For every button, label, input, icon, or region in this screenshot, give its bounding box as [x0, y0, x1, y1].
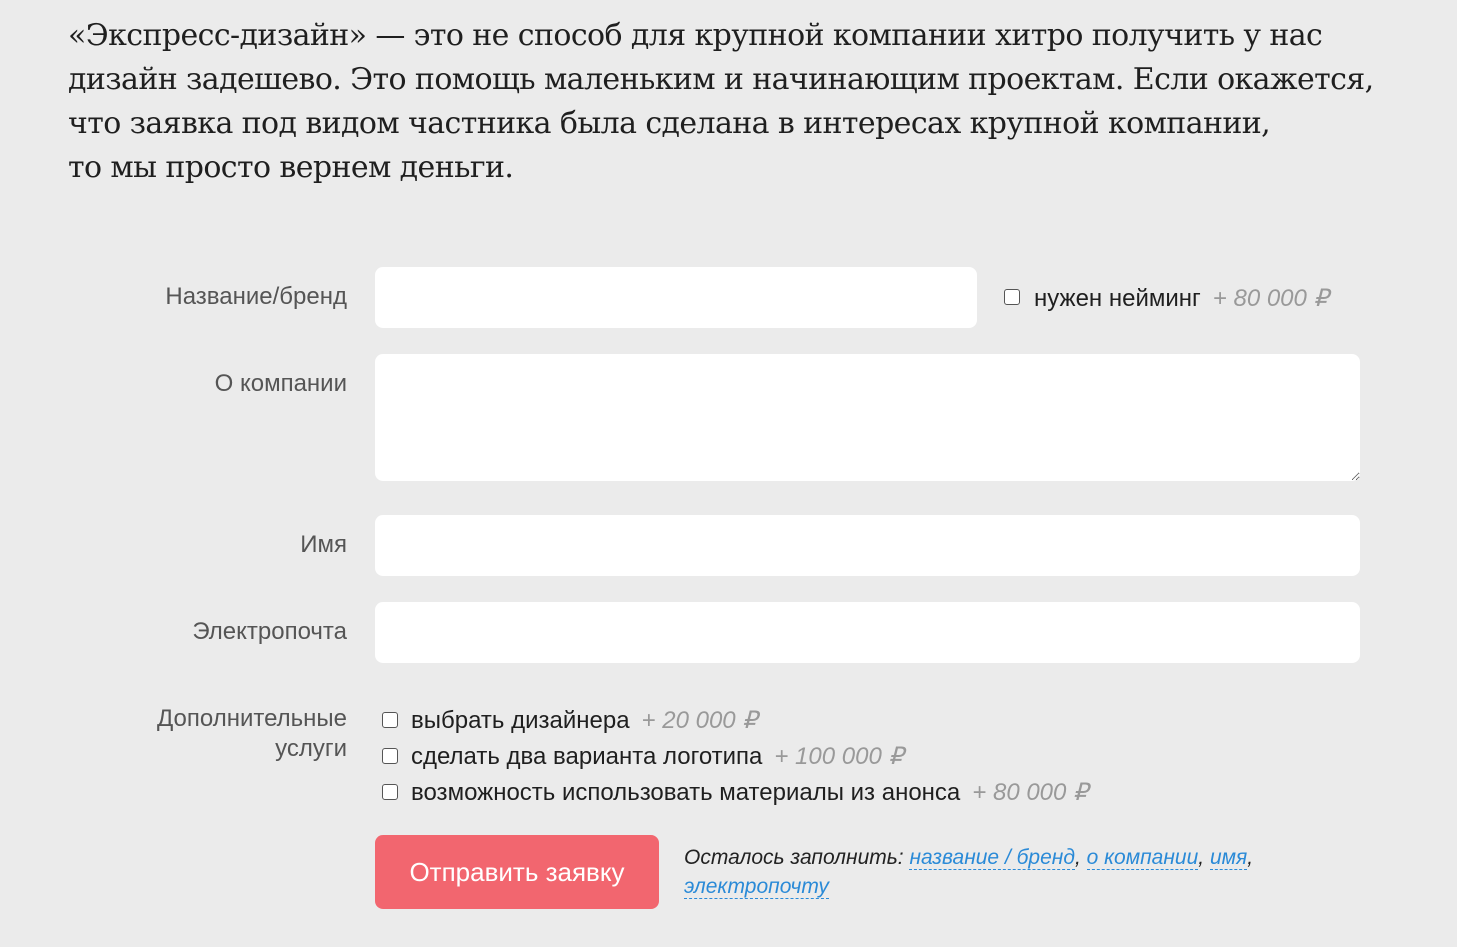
- intro-line: то мы просто вернем деньги.: [68, 150, 514, 185]
- email-label: Электропочта: [192, 618, 347, 645]
- remaining-link-email[interactable]: электропочту: [684, 875, 829, 899]
- extras-label-line: Дополнительные: [157, 705, 347, 732]
- extra-checkbox-designer[interactable]: [382, 712, 398, 728]
- naming-checkbox[interactable]: [1004, 289, 1020, 305]
- name-input[interactable]: [375, 515, 1360, 576]
- extra-option-label: выбрать дизайнера: [411, 707, 630, 734]
- extras-label: Дополнительные услуги: [157, 704, 347, 764]
- extra-option-price: + 100 000 ₽: [774, 743, 904, 770]
- extras-label-line: услуги: [275, 735, 347, 762]
- extra-option-label: возможность использовать материалы из ан…: [411, 779, 961, 806]
- brand-input[interactable]: [375, 267, 977, 328]
- email-input[interactable]: [375, 602, 1360, 663]
- brand-label: Название/бренд: [165, 283, 347, 310]
- intro-line: дизайн задешево. Это помощь маленьким и …: [68, 62, 1374, 97]
- extra-checkbox-materials[interactable]: [382, 784, 398, 800]
- extra-option-materials[interactable]: возможность использовать материалы из ан…: [411, 778, 1088, 808]
- name-label: Имя: [300, 531, 347, 558]
- remaining-link-about[interactable]: о компании: [1086, 846, 1199, 870]
- remaining-link-brand[interactable]: название / бренд: [909, 846, 1075, 870]
- naming-label: нужен нейминг: [1034, 285, 1201, 312]
- remaining-prefix: Осталось заполнить:: [684, 846, 904, 869]
- extra-checkbox-two-logos[interactable]: [382, 748, 398, 764]
- remaining-link-name[interactable]: имя: [1209, 846, 1248, 870]
- naming-price: + 80 000 ₽: [1212, 285, 1329, 312]
- extra-option-price: + 80 000 ₽: [972, 779, 1089, 806]
- extra-option-label: сделать два варианта логотипа: [411, 743, 763, 770]
- intro-line: что заявка под видом частника была сдела…: [68, 106, 1271, 141]
- remaining-fields-note: Осталось заполнить: название / бренд, о …: [684, 846, 1254, 899]
- extra-option-price: + 20 000 ₽: [641, 707, 758, 734]
- submit-button[interactable]: Отправить заявку: [375, 835, 659, 909]
- naming-option[interactable]: нужен нейминг + 80 000 ₽: [1034, 284, 1329, 314]
- intro-text: «Экспресс-дизайн» — это не способ для кр…: [68, 14, 1408, 190]
- intro-line: «Экспресс-дизайн» — это не способ для кр…: [68, 18, 1323, 53]
- extra-option-designer[interactable]: выбрать дизайнера + 20 000 ₽: [411, 706, 758, 736]
- about-label: О компании: [214, 370, 347, 397]
- about-textarea[interactable]: [375, 354, 1360, 481]
- extra-option-two-logos[interactable]: сделать два варианта логотипа + 100 000 ₽: [411, 742, 904, 772]
